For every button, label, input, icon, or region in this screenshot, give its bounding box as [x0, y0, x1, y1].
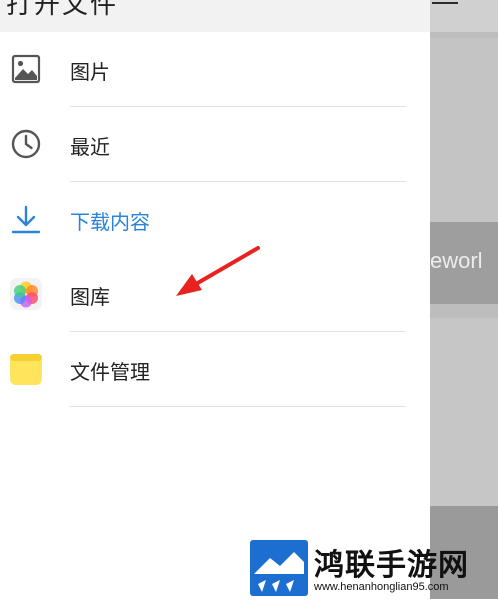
- background-banner: eworl: [430, 222, 498, 304]
- background-banner-text: eworl: [430, 248, 483, 273]
- clock-icon: [9, 127, 43, 161]
- drawer-item-images[interactable]: 图片: [0, 32, 430, 107]
- drawer-title: 打开文件: [6, 0, 119, 20]
- image-icon: [9, 52, 43, 86]
- background-card: [430, 318, 498, 506]
- watermark-title: 鸿联手游网: [314, 548, 469, 583]
- drawer-item-label: 下载内容: [70, 210, 150, 234]
- drawer-header: 打开文件: [0, 0, 430, 32]
- drawer-item-label: 图片: [70, 60, 110, 84]
- drawer-item-label: 最近: [70, 135, 110, 159]
- folder-icon: [9, 352, 43, 386]
- drawer-item-file-manager[interactable]: 文件管理: [0, 332, 430, 407]
- annotation-arrow-icon: [176, 246, 260, 296]
- watermark-logo: 鸿联手游网 www.henanhonglian95.com: [250, 540, 490, 598]
- watermark-url: www.henanhonglian95.com: [314, 581, 449, 593]
- drawer-item-label: 图库: [70, 285, 110, 309]
- drawer-item-label: 文件管理: [70, 360, 150, 384]
- menu-icon[interactable]: [432, 0, 458, 8]
- divider: [70, 406, 406, 407]
- watermark-mark-icon: [250, 540, 308, 596]
- download-icon: [9, 202, 43, 236]
- drawer-item-recent[interactable]: 最近: [0, 107, 430, 182]
- gallery-icon: [9, 277, 43, 311]
- background-list-area: [430, 38, 498, 222]
